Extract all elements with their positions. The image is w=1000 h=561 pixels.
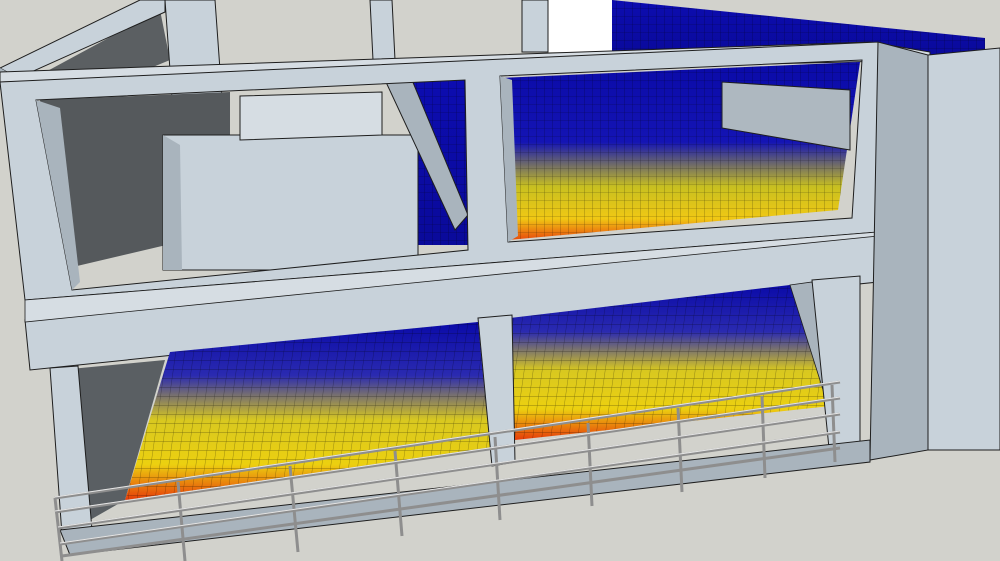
sky-opening: [548, 0, 612, 52]
building-section-scene: [0, 0, 1000, 561]
right-tower-front: [927, 47, 1000, 451]
upper-partition-panel: [162, 134, 419, 271]
right-tower-side: [869, 41, 929, 461]
upper-back-column-3: [521, 0, 549, 53]
upper-opening-window: [239, 91, 383, 141]
upper-back-column-2: [369, 0, 396, 61]
